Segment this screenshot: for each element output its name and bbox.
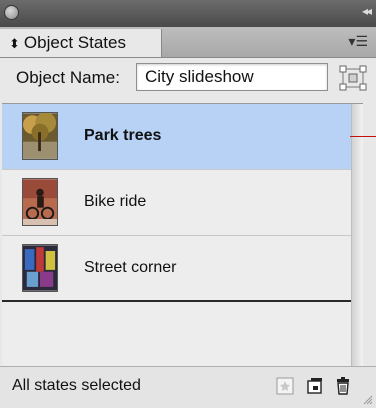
object-name-input[interactable] [136,63,328,91]
list-scrollbar[interactable] [351,104,363,367]
delete-state-icon[interactable] [334,377,352,395]
object-states-panel: ◂◂ ⬍ Object States ▾☰ Object Name: City … [0,0,376,408]
panel-menu-icon[interactable]: ▾☰ [348,33,368,50]
states-list[interactable]: Park trees Bike ride Street corner [2,103,363,367]
panel-close-icon[interactable] [4,5,19,20]
panel-title-bar[interactable]: ◂◂ [0,0,376,27]
list-item[interactable]: Bike ride [2,170,352,236]
state-label: Street corner [84,259,177,276]
callout-line [350,136,376,137]
collapse-icon[interactable]: ◂◂ [362,4,372,18]
resize-grip-icon[interactable] [363,395,373,405]
state-thumbnail [22,244,58,292]
state-label: Bike ride [84,193,147,210]
object-name-row: Object Name: [0,58,376,102]
convert-to-button-icon[interactable] [276,377,294,395]
select-object-icon[interactable] [339,65,367,91]
object-name-label: Object Name: [16,68,120,87]
new-state-icon[interactable] [306,377,324,395]
state-thumbnail [22,178,58,226]
panel-footer: All states selected [0,366,376,408]
tab-row: ⬍ Object States ▾☰ [0,27,376,58]
tab-arrows-icon: ⬍ [9,36,20,51]
state-thumbnail [22,112,58,160]
state-label: Park trees [84,127,162,144]
status-text: All states selected [12,377,141,394]
list-divider [2,300,352,302]
list-item[interactable]: Park trees [2,104,352,170]
tab-label: Object States [23,33,126,52]
tab-object-states[interactable]: ⬍ Object States [0,29,162,57]
list-item[interactable]: Street corner [2,236,352,302]
